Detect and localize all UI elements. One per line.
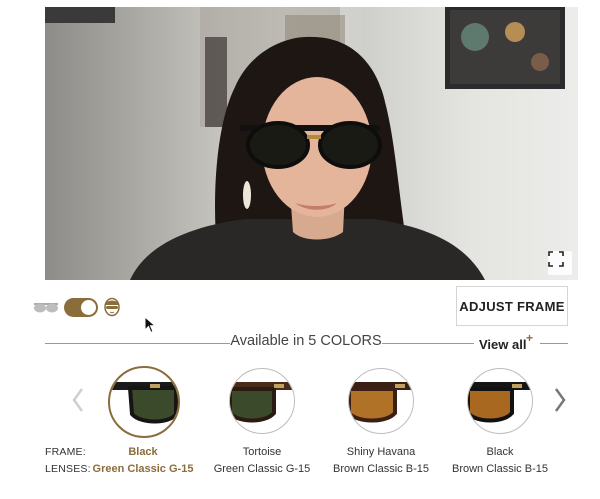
glasses-icon[interactable] (33, 301, 59, 315)
adjust-frame-button[interactable]: ADJUST FRAME (456, 286, 568, 326)
frame-thumbnail (110, 382, 178, 424)
view-all-link[interactable]: View all (479, 337, 526, 352)
color-option-3[interactable] (348, 368, 414, 434)
view-all-plus-icon[interactable]: + (526, 331, 533, 345)
try-on-mode-toggle[interactable] (64, 298, 98, 317)
camera-preview (45, 7, 578, 280)
fullscreen-icon (548, 251, 564, 267)
option-1-lenses: Green Classic G-15 (92, 463, 194, 475)
toggle-knob (81, 300, 96, 315)
frame-thumbnail (230, 382, 294, 423)
option-3-frame: Shiny Havana (346, 446, 416, 458)
divider-middle (382, 343, 474, 344)
frame-thumbnail (349, 382, 413, 423)
mouse-cursor-icon (144, 316, 156, 334)
fullscreen-button[interactable] (548, 251, 572, 275)
color-option-4[interactable] (467, 368, 533, 434)
frame-thumbnail (468, 382, 532, 423)
lenses-row-label: LENSES: (45, 463, 91, 475)
camera-scene (45, 7, 565, 280)
available-colors-text: Available in 5 COLORS (230, 333, 382, 349)
divider-right (540, 343, 568, 344)
chevron-right-icon[interactable] (553, 386, 567, 414)
option-3-lenses: Brown Classic B-15 (333, 463, 429, 475)
color-option-2[interactable] (229, 368, 295, 434)
option-1-frame: Black (128, 446, 158, 458)
face-icon[interactable] (103, 297, 121, 317)
option-4-frame: Black (486, 446, 514, 458)
option-2-frame: Tortoise (242, 446, 282, 458)
divider-left (45, 343, 230, 344)
frame-row-label: FRAME: (45, 446, 86, 458)
option-4-lenses: Brown Classic B-15 (452, 463, 548, 475)
option-2-lenses: Green Classic G-15 (213, 463, 311, 475)
color-option-1[interactable] (108, 366, 180, 438)
chevron-left-icon[interactable] (71, 386, 85, 414)
